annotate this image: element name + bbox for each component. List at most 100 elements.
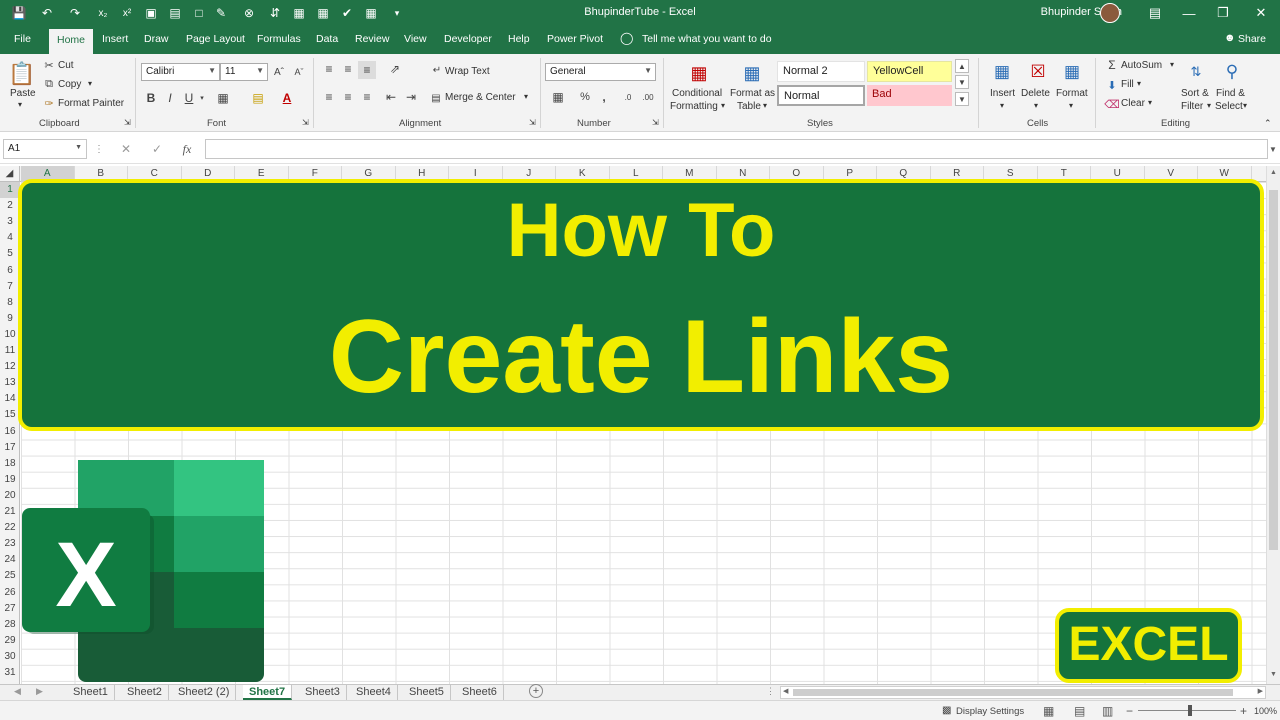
strikethrough-icon[interactable]: ⊗	[240, 4, 258, 22]
tab-insert[interactable]: Insert	[102, 33, 128, 45]
row-header[interactable]: 23	[0, 536, 20, 552]
tab-formulas[interactable]: Formulas	[257, 33, 301, 45]
page-layout-view-icon[interactable]: ▤	[1074, 704, 1085, 718]
row-header[interactable]: 10	[0, 327, 20, 343]
styles-scroll-up-icon[interactable]: ▲	[955, 59, 969, 73]
row-header[interactable]: 26	[0, 585, 20, 601]
delete-dropdown-icon[interactable]: ▾	[1034, 101, 1038, 110]
scroll-thumb[interactable]	[1269, 190, 1278, 550]
number-launcher-icon[interactable]: ⇲	[652, 118, 659, 127]
row-header[interactable]: 1	[0, 182, 20, 199]
maximize-icon[interactable]: ❐	[1206, 0, 1240, 26]
row-header[interactable]: 5	[0, 246, 20, 262]
vertical-scrollbar[interactable]: ▲ ▼	[1266, 166, 1280, 684]
find-select-button[interactable]: Find &	[1216, 88, 1245, 99]
row-header[interactable]: 19	[0, 472, 20, 488]
tab-page-layout[interactable]: Page Layout	[186, 33, 245, 45]
clipboard-launcher-icon[interactable]: ⇲	[124, 118, 131, 127]
delete-button[interactable]: Delete	[1021, 88, 1050, 99]
enter-icon[interactable]: ✓	[149, 141, 165, 157]
form-icon[interactable]: ▤	[166, 4, 184, 22]
row-header[interactable]: 24	[0, 552, 20, 568]
increase-decimal-icon[interactable]: .0	[620, 90, 636, 104]
percent-icon[interactable]: %	[578, 90, 592, 104]
horizontal-scrollbar[interactable]: ◀ ▶	[780, 686, 1266, 699]
scroll-up-icon[interactable]: ▲	[1270, 169, 1277, 176]
style-yellowcell[interactable]: YellowCell	[867, 61, 952, 82]
avatar[interactable]	[1100, 3, 1120, 23]
add-sheet-icon[interactable]: +	[529, 684, 543, 698]
style-normal[interactable]: Normal	[777, 85, 865, 106]
align-left-icon[interactable]: ≡	[322, 90, 336, 104]
increase-indent-icon[interactable]: ⇥	[404, 90, 418, 104]
h-scroll-thumb[interactable]	[793, 689, 1233, 696]
sheet-tab[interactable]: Sheet3	[299, 685, 347, 700]
row-header[interactable]: 21	[0, 504, 20, 520]
undo-icon[interactable]: ↶	[38, 4, 56, 22]
superscript-icon[interactable]: x²	[118, 4, 136, 22]
tab-developer[interactable]: Developer	[444, 33, 492, 45]
align-center-icon[interactable]: ≡	[341, 90, 355, 104]
row-header[interactable]: 6	[0, 263, 20, 279]
redo-icon[interactable]: ↷	[66, 4, 84, 22]
sort-filter-button-2[interactable]: Filter	[1181, 101, 1203, 112]
insert-button[interactable]: Insert	[990, 88, 1015, 99]
alignment-launcher-icon[interactable]: ⇲	[529, 118, 536, 127]
align-bottom-icon[interactable]: ≡	[358, 61, 376, 79]
row-header[interactable]: 30	[0, 649, 20, 665]
tab-view[interactable]: View	[404, 33, 427, 45]
cancel-icon[interactable]: ✕	[118, 141, 134, 157]
close-icon[interactable]: ✕	[1244, 0, 1278, 26]
tab-review[interactable]: Review	[355, 33, 389, 45]
format-table-dropdown-icon[interactable]: ▾	[763, 101, 767, 110]
scroll-left-icon[interactable]: ◀	[783, 687, 788, 695]
zoom-slider-handle[interactable]	[1188, 705, 1192, 716]
tab-power-pivot[interactable]: Power Pivot	[547, 33, 603, 45]
row-header[interactable]: 14	[0, 391, 20, 407]
italic-button[interactable]: I	[163, 90, 177, 106]
zoom-in-icon[interactable]: +	[1240, 704, 1247, 718]
paste-icon[interactable]: 📋	[8, 60, 35, 88]
find-dropdown-icon[interactable]: ▾	[1243, 101, 1247, 110]
find-select-button-2[interactable]: Select	[1215, 101, 1243, 112]
orientation-icon[interactable]: ⇗	[386, 62, 404, 76]
row-header[interactable]: 12	[0, 359, 20, 375]
bold-button[interactable]: B	[144, 90, 158, 106]
row-header[interactable]: 15	[0, 407, 20, 423]
tab-file[interactable]: File	[14, 33, 31, 45]
align-right-icon[interactable]: ≡	[360, 90, 374, 104]
merge-center-button[interactable]: Merge & Center	[445, 92, 516, 103]
copy-button[interactable]: Copy	[58, 79, 81, 90]
clear-dropdown-icon[interactable]: ▾	[1148, 98, 1152, 107]
number-format-select[interactable]: General ▼	[545, 63, 656, 81]
tell-me-box[interactable]: Tell me what you want to do	[642, 33, 772, 45]
sort-icon[interactable]: ⇵	[266, 4, 284, 22]
row-header[interactable]: 13	[0, 375, 20, 391]
collapse-ribbon-icon[interactable]: ⌃	[1264, 118, 1272, 129]
sort-filter-button[interactable]: Sort &	[1181, 88, 1209, 99]
clear-button[interactable]: Clear	[1121, 98, 1145, 109]
row-header[interactable]: 28	[0, 617, 20, 633]
save-icon[interactable]: 💾	[10, 4, 28, 22]
fill-dropdown-icon[interactable]: ▾	[1137, 79, 1141, 88]
underline-button[interactable]: U	[182, 90, 196, 106]
row-header[interactable]: 4	[0, 230, 20, 246]
row-header[interactable]: 2	[0, 198, 20, 214]
row-header[interactable]: 7	[0, 279, 20, 295]
sheet-tab[interactable]: Sheet6	[456, 685, 504, 700]
conditional-formatting-button-2[interactable]: Formatting	[670, 101, 718, 112]
font-size-select[interactable]: 11 ▼	[220, 63, 268, 81]
currency-icon[interactable]: ▦	[548, 90, 568, 104]
row-header[interactable]: 31	[0, 665, 20, 681]
fill-color-icon[interactable]: ▤	[250, 90, 266, 106]
minimize-icon[interactable]: —	[1172, 0, 1206, 26]
align-top-icon[interactable]: ≡	[322, 62, 336, 76]
ribbon-display-icon[interactable]: ▤	[1138, 0, 1172, 26]
style-normal-2[interactable]: Normal 2	[777, 61, 865, 82]
row-header[interactable]: 20	[0, 488, 20, 504]
row-header[interactable]: 8	[0, 295, 20, 311]
decrease-decimal-icon[interactable]: .00	[640, 90, 656, 104]
prev-sheet-icon[interactable]: ◀	[14, 686, 21, 697]
scroll-right-icon[interactable]: ▶	[1258, 687, 1263, 695]
tab-help[interactable]: Help	[508, 33, 530, 45]
